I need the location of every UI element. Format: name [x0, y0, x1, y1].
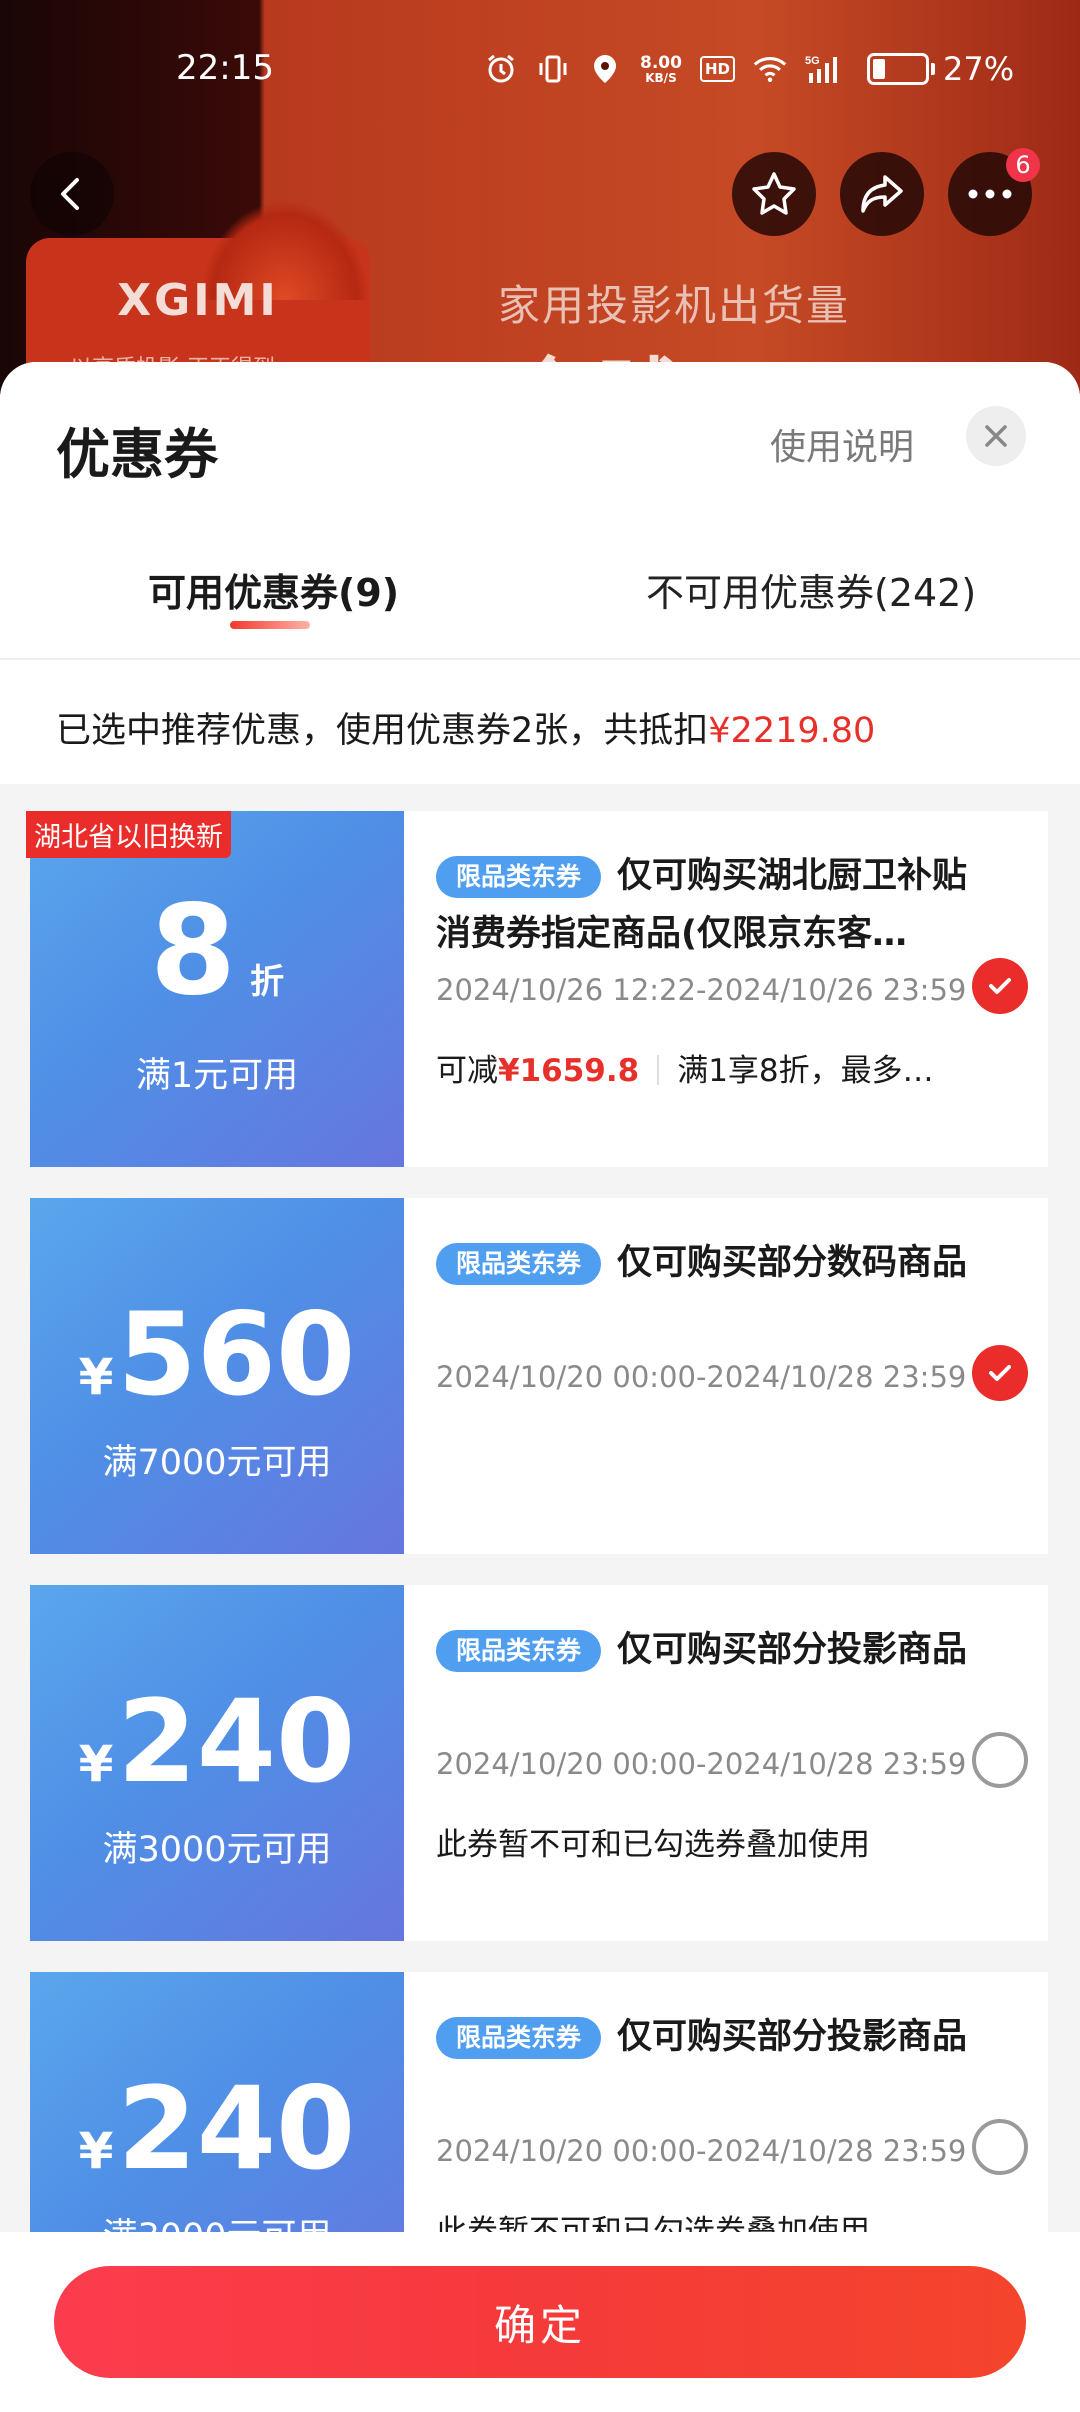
coupon-condition: 满3000元可用: [102, 1830, 332, 1870]
battery-indicator: 27%: [866, 50, 1015, 88]
coupon-corner-tag: 湖北省以旧换新: [26, 811, 231, 858]
coupon-type-tag: 限品类东券: [436, 856, 602, 898]
coupon-card[interactable]: ¥ 240 满3000元可用 限品类东券仅可购买部分投影商品 2024/10/2…: [24, 1585, 1048, 1941]
coupon-value: 240: [117, 2062, 356, 2195]
coupon-value: 560: [117, 1288, 356, 1421]
tab-active-indicator: [230, 621, 310, 629]
coupon-value-panel: ¥ 240 满3000元可用: [24, 1585, 404, 1941]
tab-available-coupons[interactable]: 可用优惠券(9): [148, 562, 399, 617]
close-button[interactable]: [966, 406, 1026, 466]
status-bar: 22:15 8.00 KB/S HD 5G 27%: [0, 40, 1080, 100]
usage-instructions-link[interactable]: 使用说明: [770, 418, 914, 470]
currency-symbol: ¥: [78, 2122, 114, 2180]
status-icons: 8.00 KB/S HD 5G 27%: [484, 50, 1014, 88]
brand-logo: XGIMI: [117, 275, 279, 326]
alarm-icon: [484, 52, 518, 86]
coupon-card[interactable]: ¥ 560 满7000元可用 限品类东券 仅可购买部分数码商品 2024/10/2…: [24, 1198, 1048, 1554]
share-icon: [861, 175, 903, 213]
coupon-validity: 2024/10/20 00:00-2024/10/28 23:59: [436, 2134, 967, 2168]
coupon-type-tag: 限品类东券: [436, 1630, 602, 1672]
coupon-condition: 满1元可用: [135, 1056, 299, 1096]
status-time: 22:15: [176, 48, 274, 88]
more-dots-icon: [968, 189, 1012, 199]
coupon-validity: 2024/10/26 12:22-2024/10/26 23:59: [436, 973, 967, 1007]
back-arrow-icon: [61, 178, 79, 210]
selection-summary: 已选中推荐优惠，使用优惠券2张，共抵扣¥2219.80: [0, 660, 1080, 784]
hd-icon: HD: [699, 56, 735, 82]
coupon-validity: 2024/10/20 00:00-2024/10/28 23:59: [436, 1747, 967, 1781]
coupon-title: 仅可购买部分投影商品: [617, 2017, 968, 2057]
wifi-icon: [753, 52, 787, 86]
battery-icon: [866, 53, 929, 85]
coupon-select-checkbox[interactable]: [972, 1732, 1028, 1788]
sheet-header: 优惠券 使用说明 可用优惠券(9) 不可用优惠券(242): [0, 362, 1080, 662]
summary-amount: ¥2219.80: [708, 711, 876, 751]
sheet-title: 优惠券: [56, 423, 218, 486]
coupon-select-checkbox[interactable]: [972, 2119, 1028, 2175]
currency-symbol: ¥: [78, 1735, 114, 1793]
bottom-bar: 确定: [0, 2232, 1080, 2412]
cellular-signal-icon: 5G: [805, 52, 849, 86]
currency-symbol: ¥: [78, 1348, 114, 1406]
coupon-title: 仅可购买部分投影商品: [617, 1630, 968, 1670]
summary-text: 已选中推荐优惠，使用优惠券2张，共抵扣: [56, 711, 709, 751]
coupon-type-tag: 限品类东券: [436, 1243, 602, 1285]
favorite-button[interactable]: [732, 152, 816, 236]
location-icon: [588, 52, 622, 86]
close-icon: [985, 425, 1007, 447]
coupon-sheet: 优惠券 使用说明 可用优惠券(9) 不可用优惠券(242) 已选中推荐优惠，使用…: [0, 362, 1080, 2412]
coupon-note: 此券暂不可和已勾选券叠加使用: [436, 1827, 870, 1863]
vibrate-icon: [536, 52, 570, 86]
checkmark-icon: [989, 1365, 1011, 1381]
back-button[interactable]: [30, 152, 114, 236]
network-speed: 8.00 KB/S: [640, 52, 682, 85]
coupon-value: 240: [117, 1675, 356, 1808]
svg-text:5G: 5G: [805, 55, 820, 67]
coupon-title: 仅可购买部分数码商品: [617, 1243, 968, 1283]
coupon-value-panel: 8 折 满1元可用 湖北省以旧换新: [24, 811, 404, 1167]
battery-percent: 27%: [942, 50, 1015, 88]
coupon-condition: 满7000元可用: [102, 1443, 332, 1483]
coupon-type-tag: 限品类东券: [436, 2017, 602, 2059]
coupon-card[interactable]: 8 折 满1元可用 湖北省以旧换新 限品类东券 仅可购买湖北厨卫补贴消费券指定商品…: [24, 811, 1048, 1167]
banner-headline: 家用投影机出货量: [498, 281, 851, 330]
coupon-value: 8: [149, 879, 237, 1023]
coupon-validity: 2024/10/20 00:00-2024/10/28 23:59: [436, 1360, 967, 1394]
coupon-discount-amount: ¥1659.8: [498, 1053, 640, 1089]
coupon-value-panel: ¥ 560 满7000元可用: [24, 1198, 404, 1554]
checkmark-icon: [989, 978, 1011, 994]
star-icon: [752, 172, 796, 215]
coupon-unit: 折: [250, 962, 285, 1002]
tab-unavailable-coupons[interactable]: 不可用优惠券(242): [646, 562, 976, 617]
coupon-select-checkbox[interactable]: [972, 958, 1028, 1014]
coupon-select-checkbox[interactable]: [972, 1345, 1028, 1401]
coupon-note: 可减¥1659.8 满1享8折，最多…: [436, 1053, 934, 1089]
share-button[interactable]: [840, 152, 924, 236]
confirm-button[interactable]: 确定: [54, 2266, 1026, 2378]
notification-badge: 6: [1006, 148, 1040, 182]
